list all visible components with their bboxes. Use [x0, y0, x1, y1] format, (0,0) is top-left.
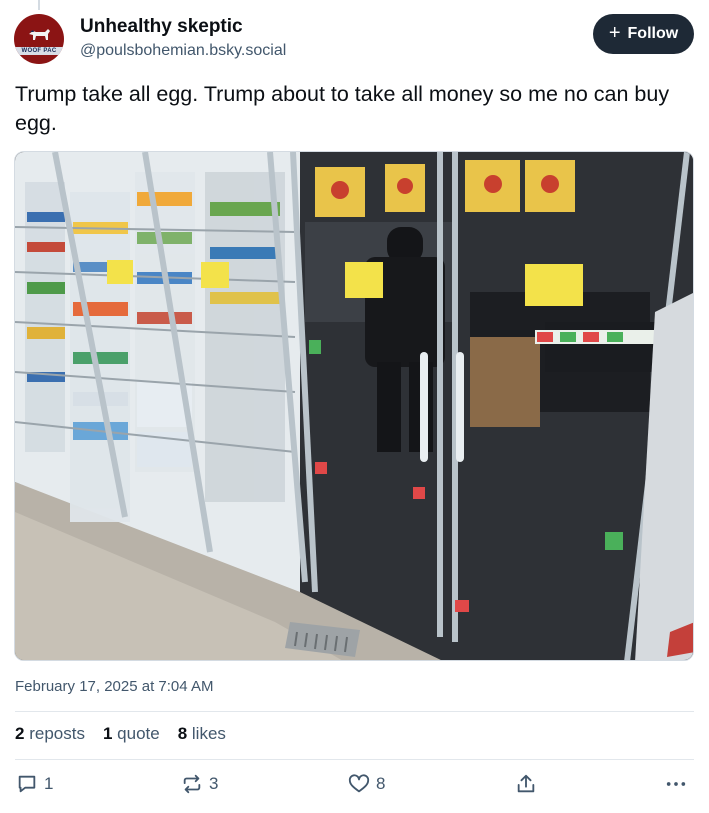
reply-button[interactable]: 1: [16, 773, 53, 795]
avatar-banner: WOOF PAC: [14, 47, 64, 55]
heart-icon: [348, 774, 370, 793]
quotes-stat[interactable]: 1 quote: [103, 724, 160, 744]
author-display-name[interactable]: Unhealthy skeptic: [80, 16, 243, 38]
like-button[interactable]: 8: [348, 773, 385, 795]
post-text: Trump take all egg. Trump about to take …: [15, 82, 670, 135]
author-handle[interactable]: @poulsbohemian.bsky.social: [80, 42, 286, 60]
reply-count: 1: [44, 774, 54, 793]
avatar[interactable]: WOOF PAC: [14, 14, 64, 64]
share-button[interactable]: [515, 773, 537, 795]
dog-logo-icon: [29, 29, 50, 40]
reposts-stat[interactable]: 2 reposts: [15, 724, 85, 744]
likes-label: likes: [191, 724, 226, 743]
follow-label: Follow: [627, 25, 679, 42]
quotes-label: quote: [117, 724, 160, 743]
divider: [15, 759, 694, 760]
follow-button[interactable]: + Follow: [593, 14, 694, 54]
reply-icon: [18, 775, 36, 793]
reposts-count: 2: [15, 724, 25, 743]
likes-count: 8: [177, 724, 188, 743]
reposts-label: reposts: [29, 724, 85, 743]
avatar-banner-text: WOOF PAC: [21, 48, 57, 54]
likes-stat[interactable]: 8 likes: [178, 724, 226, 744]
quotes-count: 1: [102, 724, 113, 743]
repost-button[interactable]: 3: [181, 773, 218, 795]
divider: [15, 711, 694, 712]
repost-icon: [183, 774, 201, 794]
share-icon: [517, 774, 535, 793]
thread-line: [38, 0, 40, 10]
like-count: 8: [376, 774, 386, 793]
repost-count: 3: [209, 774, 219, 793]
post-timestamp[interactable]: February 17, 2025 at 7:04 AM: [15, 678, 213, 695]
more-icon: [666, 782, 686, 786]
post-image[interactable]: [14, 151, 694, 661]
post-stats: 2 reposts 1 quote 8 likes: [15, 724, 226, 744]
store-freezer-photo: [15, 152, 693, 660]
plus-icon: +: [608, 22, 621, 44]
more-button[interactable]: [665, 773, 687, 795]
